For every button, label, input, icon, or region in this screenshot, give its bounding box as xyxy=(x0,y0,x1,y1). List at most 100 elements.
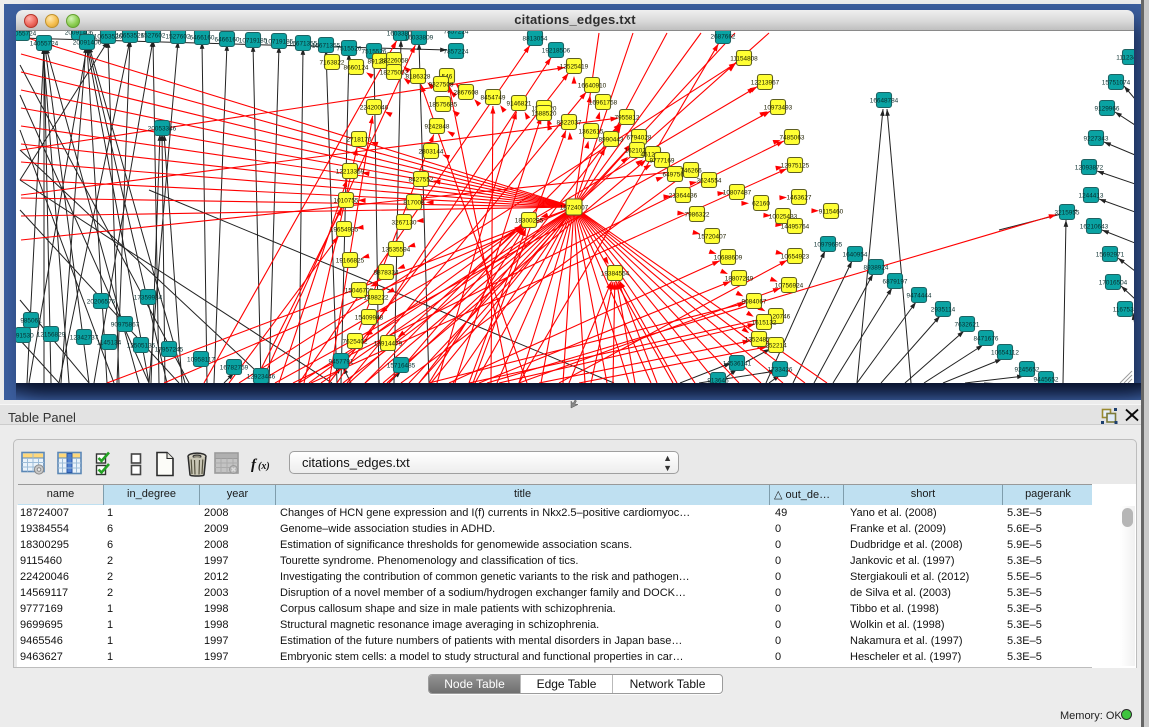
svg-text:7632621: 7632621 xyxy=(955,321,980,328)
svg-text:8186328: 8186328 xyxy=(406,73,431,80)
svg-text:17359934: 17359934 xyxy=(134,294,163,301)
svg-text:9445652: 9445652 xyxy=(1034,376,1059,383)
svg-text:1527602: 1527602 xyxy=(166,33,191,40)
svg-text:16210643: 16210643 xyxy=(1080,223,1109,230)
svg-text:19166825: 19166825 xyxy=(336,257,365,264)
svg-text:15716485: 15716485 xyxy=(387,362,416,369)
svg-text:1640954: 1640954 xyxy=(843,251,868,258)
svg-text:2687662: 2687662 xyxy=(711,33,736,40)
svg-text:3267130: 3267130 xyxy=(392,219,417,226)
svg-text:1145134: 1145134 xyxy=(97,339,122,346)
svg-text:1244413: 1244413 xyxy=(1079,192,1104,199)
svg-text:10719185: 10719185 xyxy=(239,37,268,44)
svg-text:7986322: 7986322 xyxy=(685,211,710,218)
svg-text:7625402: 7625402 xyxy=(343,338,368,345)
svg-text:8454749: 8454749 xyxy=(481,94,506,101)
svg-text:8427552: 8427552 xyxy=(409,176,434,183)
svg-text:9474444: 9474444 xyxy=(907,292,932,299)
svg-text:7515526: 7515526 xyxy=(337,45,362,52)
svg-text:15409948: 15409948 xyxy=(355,314,384,321)
svg-text:12156829: 12156829 xyxy=(37,331,66,338)
svg-text:14536141: 14536141 xyxy=(723,360,752,367)
svg-text:6879197: 6879197 xyxy=(883,278,908,285)
svg-text:23226058: 23226058 xyxy=(380,57,409,64)
svg-text:7163822: 7163822 xyxy=(320,59,345,66)
svg-text:20091406: 20091406 xyxy=(73,39,102,46)
svg-text:10688609: 10688609 xyxy=(714,254,743,261)
svg-text:17957245: 17957245 xyxy=(155,346,184,353)
svg-text:11154808: 11154808 xyxy=(730,55,758,62)
svg-text:1167534: 1167534 xyxy=(1113,306,1134,313)
svg-text:12213967: 12213967 xyxy=(751,79,780,86)
svg-text:8660124: 8660124 xyxy=(344,64,369,71)
svg-text:10973493: 10973493 xyxy=(764,104,793,111)
svg-text:7955812: 7955812 xyxy=(615,114,640,121)
svg-text:9227343: 9227343 xyxy=(1084,135,1109,142)
svg-text:14495764: 14495764 xyxy=(781,223,810,230)
svg-text:12093872: 12093872 xyxy=(1075,164,1104,171)
svg-text:1498222: 1498222 xyxy=(364,294,389,301)
svg-text:10654923: 10654923 xyxy=(781,253,810,260)
svg-text:391530: 391530 xyxy=(16,332,34,339)
svg-text:(x): (x) xyxy=(258,461,270,472)
svg-text:14055724: 14055724 xyxy=(16,31,37,37)
svg-text:16914479: 16914479 xyxy=(374,340,403,347)
svg-text:1010755: 1010755 xyxy=(334,197,359,204)
svg-text:12923446: 12923446 xyxy=(247,373,276,380)
svg-text:6794028: 6794028 xyxy=(627,134,652,141)
svg-text:16648784: 16648784 xyxy=(870,97,899,104)
svg-text:9084067: 9084067 xyxy=(742,298,767,305)
svg-text:1615132: 1615132 xyxy=(752,319,777,326)
svg-text:62160: 62160 xyxy=(752,200,770,207)
svg-text:17016504: 17016504 xyxy=(1099,279,1128,286)
svg-text:16782759: 16782759 xyxy=(220,364,249,371)
svg-text:90975867: 90975867 xyxy=(111,321,140,328)
svg-text:2718170: 2718170 xyxy=(347,136,372,143)
svg-text:22420046: 22420046 xyxy=(360,104,389,111)
svg-text:9129966: 9129966 xyxy=(1095,105,1120,112)
svg-text:2935114: 2935114 xyxy=(931,306,956,313)
svg-text:15692971: 15692971 xyxy=(1096,251,1125,258)
svg-text:913646: 913646 xyxy=(707,377,729,383)
svg-text:15751074: 15751074 xyxy=(1102,79,1131,86)
svg-text:13525419: 13525419 xyxy=(560,63,589,70)
svg-text:2867608: 2867608 xyxy=(454,89,479,96)
svg-text:12975125: 12975125 xyxy=(781,162,810,169)
svg-text:2803144: 2803144 xyxy=(419,148,444,155)
svg-text:1588520: 1588520 xyxy=(532,110,557,117)
svg-text:1733426: 1733426 xyxy=(768,366,793,373)
svg-text:9146821: 9146821 xyxy=(507,100,532,107)
svg-text:18300295: 18300295 xyxy=(515,217,544,224)
svg-text:16033809: 16033809 xyxy=(405,34,434,41)
svg-text:7485063: 7485063 xyxy=(780,134,805,141)
svg-text:10654112: 10654112 xyxy=(991,349,1019,356)
svg-text:252214: 252214 xyxy=(765,342,787,349)
svg-text:8471676: 8471676 xyxy=(974,335,999,342)
svg-text:16961758: 16961758 xyxy=(589,99,618,106)
svg-text:13535594: 13535594 xyxy=(382,246,411,253)
svg-text:12213369: 12213369 xyxy=(336,168,365,175)
svg-text:20053346: 20053346 xyxy=(148,125,177,132)
svg-text:9115460: 9115460 xyxy=(819,208,844,215)
svg-text:1463627: 1463627 xyxy=(787,194,812,201)
svg-text:985061: 985061 xyxy=(20,317,42,324)
svg-text:9327508: 9327508 xyxy=(429,81,454,88)
svg-text:9245652: 9245652 xyxy=(1015,366,1040,373)
svg-text:817006: 817006 xyxy=(403,199,425,206)
svg-text:7857224: 7857224 xyxy=(444,48,469,55)
svg-text:6466160: 6466160 xyxy=(215,36,240,43)
svg-text:746266: 746266 xyxy=(680,167,702,174)
svg-text:11123456: 11123456 xyxy=(1116,54,1134,61)
svg-text:3215955: 3215955 xyxy=(1055,209,1080,216)
svg-text:12505135: 12505135 xyxy=(127,342,156,349)
svg-text:f: f xyxy=(251,457,258,473)
svg-text:18275052: 18275052 xyxy=(380,69,409,76)
svg-text:18724007: 18724007 xyxy=(560,204,589,211)
svg-text:15720407: 15720407 xyxy=(698,233,727,240)
svg-text:19218506: 19218506 xyxy=(542,47,571,54)
svg-text:14055724: 14055724 xyxy=(30,40,59,47)
svg-text:10756924: 10756924 xyxy=(775,282,804,289)
svg-text:12342737: 12342737 xyxy=(70,334,99,341)
svg-text:18575685: 18575685 xyxy=(429,101,458,108)
svg-text:21364436: 21364436 xyxy=(669,192,698,199)
